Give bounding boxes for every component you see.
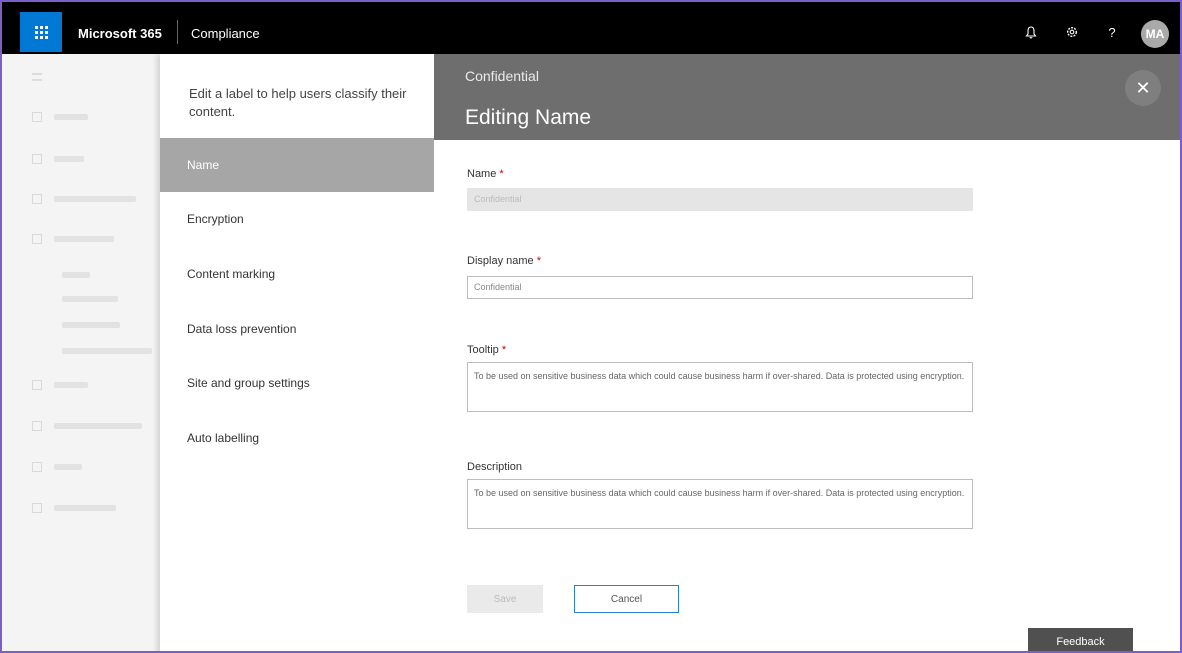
step-label: Data loss prevention (187, 322, 297, 336)
step-label: Site and group settings (187, 376, 310, 390)
nav-subitem[interactable] (62, 346, 152, 356)
close-icon: ✕ (1135, 77, 1151, 98)
nav-item[interactable] (32, 380, 88, 390)
label-name-subtitle: Confidential (465, 68, 539, 84)
required-marker: * (499, 168, 504, 180)
brand-name[interactable]: Microsoft 365 (78, 26, 162, 41)
nav-subitem[interactable] (62, 320, 120, 330)
step-label: Content marking (187, 267, 276, 281)
nav-item[interactable] (32, 462, 82, 472)
nav-subitem[interactable] (62, 294, 118, 304)
edit-panel: Confidential Editing Name ✕ Name * Confi… (434, 54, 1180, 651)
panel-header: Confidential Editing Name ✕ (434, 54, 1180, 140)
gear-icon[interactable] (1064, 24, 1080, 40)
close-button[interactable]: ✕ (1125, 70, 1161, 106)
nav-item[interactable] (32, 421, 142, 431)
step-site-and-group-settings[interactable]: Site and group settings (160, 356, 434, 410)
waffle-icon[interactable] (20, 12, 62, 52)
name-label: Name * (467, 168, 504, 180)
left-nav (2, 54, 160, 651)
description-label: Description (467, 461, 523, 473)
required-marker: * (536, 255, 541, 267)
nav-item[interactable] (32, 234, 114, 244)
step-encryption[interactable]: Encryption (160, 192, 434, 246)
app-name[interactable]: Compliance (191, 26, 260, 41)
display-name-label: Display name * (467, 255, 541, 267)
wizard-steps-panel: Edit a label to help users classify thei… (160, 54, 434, 651)
step-label: Auto labelling (187, 431, 260, 445)
page-title: Editing Name (465, 106, 592, 129)
step-auto-labelling[interactable]: Auto labelling (160, 411, 434, 465)
required-marker: * (501, 344, 507, 356)
brand-divider (177, 20, 178, 44)
app-window: Microsoft 365 Compliance ? MA Edit a lab… (0, 0, 1182, 653)
save-button[interactable]: Save (467, 585, 543, 613)
step-data-loss-prevention[interactable]: Data loss prevention (160, 302, 434, 356)
display-name-field[interactable]: Confidential (467, 276, 973, 299)
step-label: Encryption (187, 212, 244, 226)
feedback-button[interactable]: Feedback (1028, 628, 1133, 651)
nav-item[interactable] (32, 194, 136, 204)
cancel-button[interactable]: Cancel (574, 585, 679, 613)
nav-menu-icon[interactable] (32, 72, 54, 82)
step-label: Name (187, 158, 220, 172)
avatar[interactable]: MA (1141, 20, 1169, 48)
step-name[interactable]: Name (160, 138, 434, 192)
tooltip-label: Tooltip * (467, 344, 507, 356)
nav-item[interactable] (32, 503, 116, 513)
top-bar: Microsoft 365 Compliance ? MA (2, 2, 1180, 54)
description-field[interactable]: To be used on sensitive business data wh… (467, 479, 973, 529)
tooltip-field[interactable]: To be used on sensitive business data wh… (467, 362, 973, 412)
step-content-marking[interactable]: Content marking (160, 247, 434, 301)
wizard-intro: Edit a label to help users classify thei… (189, 86, 407, 119)
nav-subitem[interactable] (62, 270, 90, 280)
bell-icon[interactable] (1023, 24, 1039, 40)
name-field: Confidential (467, 188, 973, 211)
nav-item[interactable] (32, 154, 84, 164)
help-icon[interactable]: ? (1104, 24, 1120, 40)
nav-item[interactable] (32, 112, 88, 122)
